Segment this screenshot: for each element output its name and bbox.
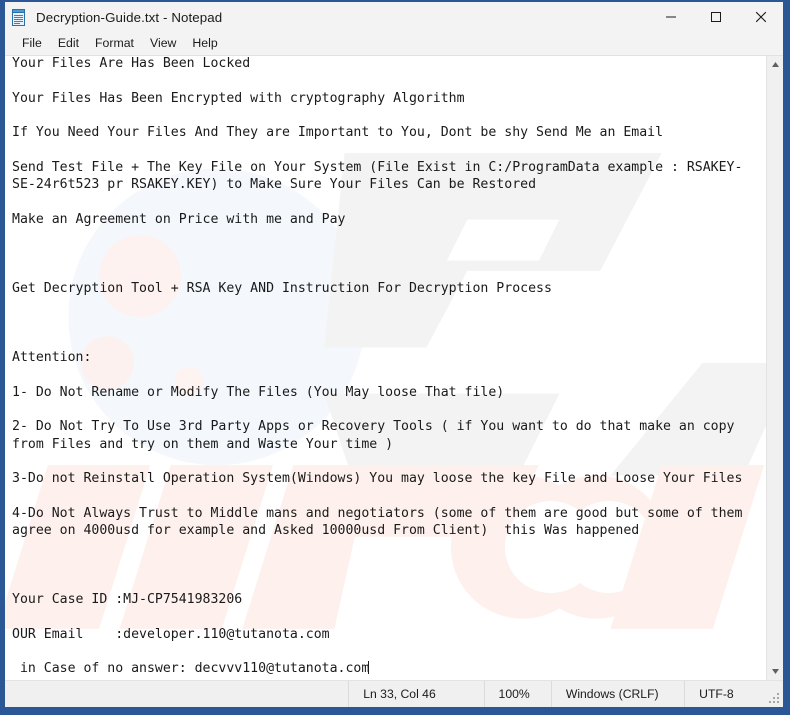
text-line: Your Files Are Has Been Locked bbox=[12, 56, 251, 71]
text-line: Attention: bbox=[12, 350, 92, 366]
window-title: Decryption-Guide.txt - Notepad bbox=[36, 9, 223, 25]
text-line: Make an Agreement on Price with me and P… bbox=[12, 211, 346, 227]
close-icon bbox=[755, 11, 766, 23]
text-line bbox=[12, 643, 766, 660]
maximize-button[interactable] bbox=[693, 2, 738, 32]
notepad-icon bbox=[11, 8, 27, 26]
scroll-up-button[interactable] bbox=[767, 56, 784, 73]
text-line: Get Decryption Tool + RSA Key AND Instru… bbox=[12, 280, 552, 296]
text-line: 2- Do Not Try To Use 3rd Party Apps or R… bbox=[12, 419, 735, 435]
status-line-column[interactable]: Ln 33, Col 46 bbox=[348, 681, 483, 707]
text-line bbox=[12, 401, 766, 418]
notepad-window: Decryption-Guide.txt - Notepad File Edit… bbox=[0, 0, 790, 715]
window-controls bbox=[648, 2, 783, 32]
text-caret bbox=[368, 661, 370, 675]
text-line: If You Need Your Files And They are Impo… bbox=[12, 125, 664, 141]
text-line bbox=[12, 263, 766, 280]
menu-item-help[interactable]: Help bbox=[184, 34, 225, 53]
menu-bar: File Edit Format View Help bbox=[5, 32, 783, 56]
text-editor[interactable]: Your Files Are Has Been Locked Your File… bbox=[5, 56, 766, 680]
text-line bbox=[12, 314, 766, 331]
text-line: OUR Email :developer.110@tutanota.com bbox=[12, 626, 330, 642]
text-line bbox=[12, 609, 766, 626]
menu-item-format[interactable]: Format bbox=[87, 34, 142, 53]
text-line: Your Case ID :MJ-CP7541983206 bbox=[12, 592, 243, 608]
text-line bbox=[12, 574, 766, 591]
scroll-down-arrow-icon bbox=[771, 669, 779, 674]
text-line bbox=[12, 228, 766, 245]
text-line: agree on 4000usd for example and Asked 1… bbox=[12, 523, 640, 539]
status-bar: Ln 33, Col 46 100% Windows (CRLF) UTF-8 bbox=[5, 680, 783, 707]
minimize-icon bbox=[665, 16, 676, 18]
text-line: Send Test File + The Key File on Your Sy… bbox=[12, 159, 743, 175]
text-line: in Case of no answer: decvvv110@tutanota… bbox=[12, 661, 370, 677]
vertical-scrollbar[interactable] bbox=[766, 56, 783, 680]
menu-item-edit[interactable]: Edit bbox=[50, 34, 87, 53]
menu-item-file[interactable]: File bbox=[14, 34, 50, 53]
text-line bbox=[12, 539, 766, 556]
text-line bbox=[12, 366, 766, 383]
title-bar[interactable]: Decryption-Guide.txt - Notepad bbox=[5, 2, 783, 32]
text-line: SE-24r6t523 pr RSAKEY.KEY) to Make Sure … bbox=[12, 177, 537, 193]
text-line: 3-Do not Reinstall Operation System(Wind… bbox=[12, 471, 743, 487]
status-line-ending[interactable]: Windows (CRLF) bbox=[550, 681, 684, 707]
text-line: 4-Do Not Always Trust to Middle mans and… bbox=[12, 505, 743, 521]
text-line bbox=[12, 107, 766, 124]
maximize-icon bbox=[710, 12, 721, 22]
text-line: 1- Do Not Rename or Modify The Files (Yo… bbox=[12, 384, 505, 400]
text-line bbox=[12, 297, 766, 314]
text-line bbox=[12, 193, 766, 210]
scroll-up-arrow-icon bbox=[771, 62, 779, 67]
status-zoom-level[interactable]: 100% bbox=[483, 681, 551, 707]
text-line bbox=[12, 487, 766, 504]
resize-grip-icon[interactable] bbox=[769, 693, 780, 704]
text-line: from Files and try on them and Waste You… bbox=[12, 436, 394, 452]
text-line bbox=[12, 557, 766, 574]
scroll-down-button[interactable] bbox=[767, 663, 784, 680]
menu-item-view[interactable]: View bbox=[142, 34, 184, 53]
text-line bbox=[12, 72, 766, 89]
editor-area: Your Files Are Has Been Locked Your File… bbox=[5, 56, 783, 680]
text-content: Your Files Are Has Been Locked Your File… bbox=[12, 56, 766, 678]
scrollbar-track[interactable] bbox=[767, 73, 784, 663]
text-line bbox=[12, 453, 766, 470]
minimize-button[interactable] bbox=[648, 2, 693, 32]
close-button[interactable] bbox=[738, 2, 783, 32]
text-line bbox=[12, 245, 766, 262]
title-bar-left: Decryption-Guide.txt - Notepad bbox=[5, 8, 648, 26]
text-line: Your Files Has Been Encrypted with crypt… bbox=[12, 90, 465, 106]
text-line bbox=[12, 332, 766, 349]
text-line bbox=[12, 141, 766, 158]
